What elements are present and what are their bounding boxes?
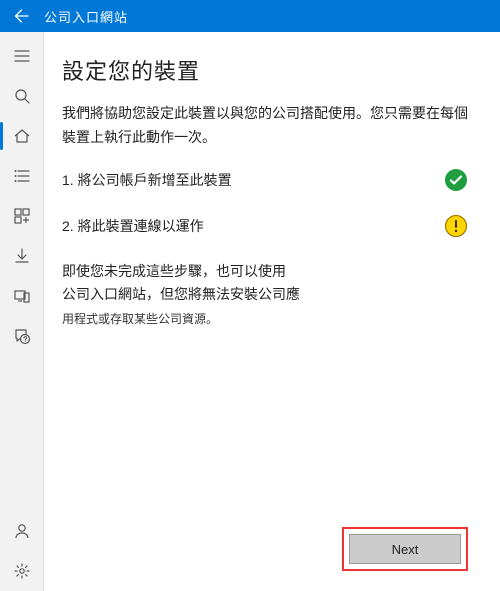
- support-icon: [13, 327, 31, 345]
- download-icon: [13, 247, 31, 265]
- app-body: 設定您的裝置 我們將協助您設定此裝置以與您的公司搭配使用。您只需要在每個裝置上執…: [0, 32, 500, 591]
- next-button[interactable]: Next: [349, 534, 461, 564]
- page-title: 設定您的裝置: [62, 54, 468, 86]
- next-button-highlight: Next: [342, 527, 468, 571]
- app-window: 公司入口網站: [0, 0, 500, 591]
- sidebar-item-support[interactable]: [0, 316, 44, 356]
- footer: Next: [62, 517, 468, 571]
- step-label: 2. 將此裝置連線以運作: [62, 216, 432, 236]
- sidebar-item-apps[interactable]: [0, 196, 44, 236]
- status-warn-icon: [444, 214, 468, 238]
- status-done-icon: [444, 168, 468, 192]
- apps-icon: [13, 207, 31, 225]
- sidebar-item-settings[interactable]: [0, 551, 44, 591]
- back-arrow-icon: [14, 8, 30, 24]
- intro-text: 我們將協助您設定此裝置以與您的公司搭配使用。您只需要在每個裝置上執行此動作一次。: [62, 102, 468, 150]
- settings-icon: [13, 562, 31, 580]
- sidebar-item-search[interactable]: [0, 76, 44, 116]
- step-row: 2. 將此裝置連線以運作: [62, 214, 468, 238]
- sidebar-item-list[interactable]: [0, 156, 44, 196]
- account-icon: [13, 522, 31, 540]
- list-icon: [13, 167, 31, 185]
- sidebar-item-download[interactable]: [0, 236, 44, 276]
- note-line: 公司入口網站，但您將無法安裝公司應: [62, 286, 300, 302]
- titlebar: 公司入口網站: [0, 0, 500, 32]
- back-button[interactable]: [0, 0, 44, 32]
- home-icon: [13, 127, 31, 145]
- main-content: 設定您的裝置 我們將協助您設定此裝置以與您的公司搭配使用。您只需要在每個裝置上執…: [44, 32, 500, 591]
- devices-icon: [13, 287, 31, 305]
- hamburger-icon: [13, 47, 31, 65]
- sidebar-item-devices[interactable]: [0, 276, 44, 316]
- sidebar-item-home[interactable]: [0, 116, 44, 156]
- note-line: 用程式或存取某些公司資源。: [62, 312, 218, 326]
- note-line: 即使您未完成這些步驟，也可以使用: [62, 263, 286, 279]
- note-text: 即使您未完成這些步驟，也可以使用 公司入口網站，但您將無法安裝公司應 用程式或存…: [62, 260, 468, 331]
- steps-list: 1. 將公司帳戶新增至此裝置 2. 將此裝置連線以運作: [62, 168, 468, 238]
- sidebar: [0, 32, 44, 591]
- step-label: 1. 將公司帳戶新增至此裝置: [62, 170, 432, 190]
- titlebar-title: 公司入口網站: [44, 7, 128, 26]
- search-icon: [13, 87, 31, 105]
- step-row: 1. 將公司帳戶新增至此裝置: [62, 168, 468, 192]
- sidebar-item-menu[interactable]: [0, 36, 44, 76]
- sidebar-item-account[interactable]: [0, 511, 44, 551]
